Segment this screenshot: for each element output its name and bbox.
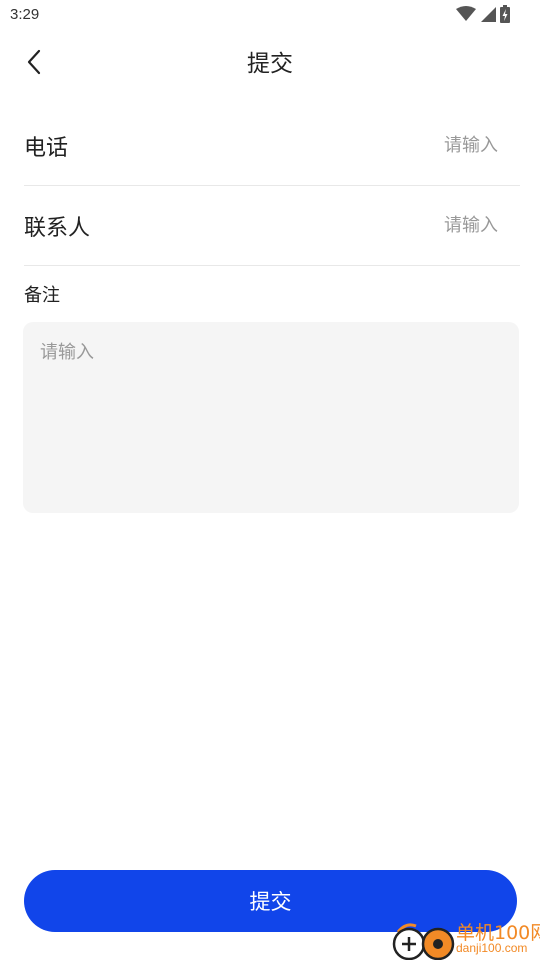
status-icons (456, 5, 510, 23)
status-bar: 3:29 (0, 0, 540, 30)
watermark: 单机100网 danji100.com (390, 914, 540, 960)
remark-label: 备注 (24, 285, 60, 306)
page-title: 提交 (247, 51, 293, 77)
remark-textarea[interactable] (23, 322, 519, 513)
wifi-icon (456, 6, 476, 21)
danji100-logo-icon (392, 923, 455, 960)
watermark-domain: danji100.com (456, 941, 528, 955)
contact-input[interactable] (248, 210, 498, 240)
status-time: 3:29 (10, 6, 40, 23)
cellular-signal-icon (481, 7, 496, 22)
phone-label: 电话 (24, 136, 69, 161)
contact-label: 联系人 (24, 216, 91, 241)
battery-icon (500, 5, 510, 23)
nav-bar: 提交 (0, 34, 540, 86)
phone-input[interactable] (248, 130, 498, 160)
contact-row: 联系人 (24, 186, 520, 266)
phone-row: 电话 (24, 106, 520, 186)
